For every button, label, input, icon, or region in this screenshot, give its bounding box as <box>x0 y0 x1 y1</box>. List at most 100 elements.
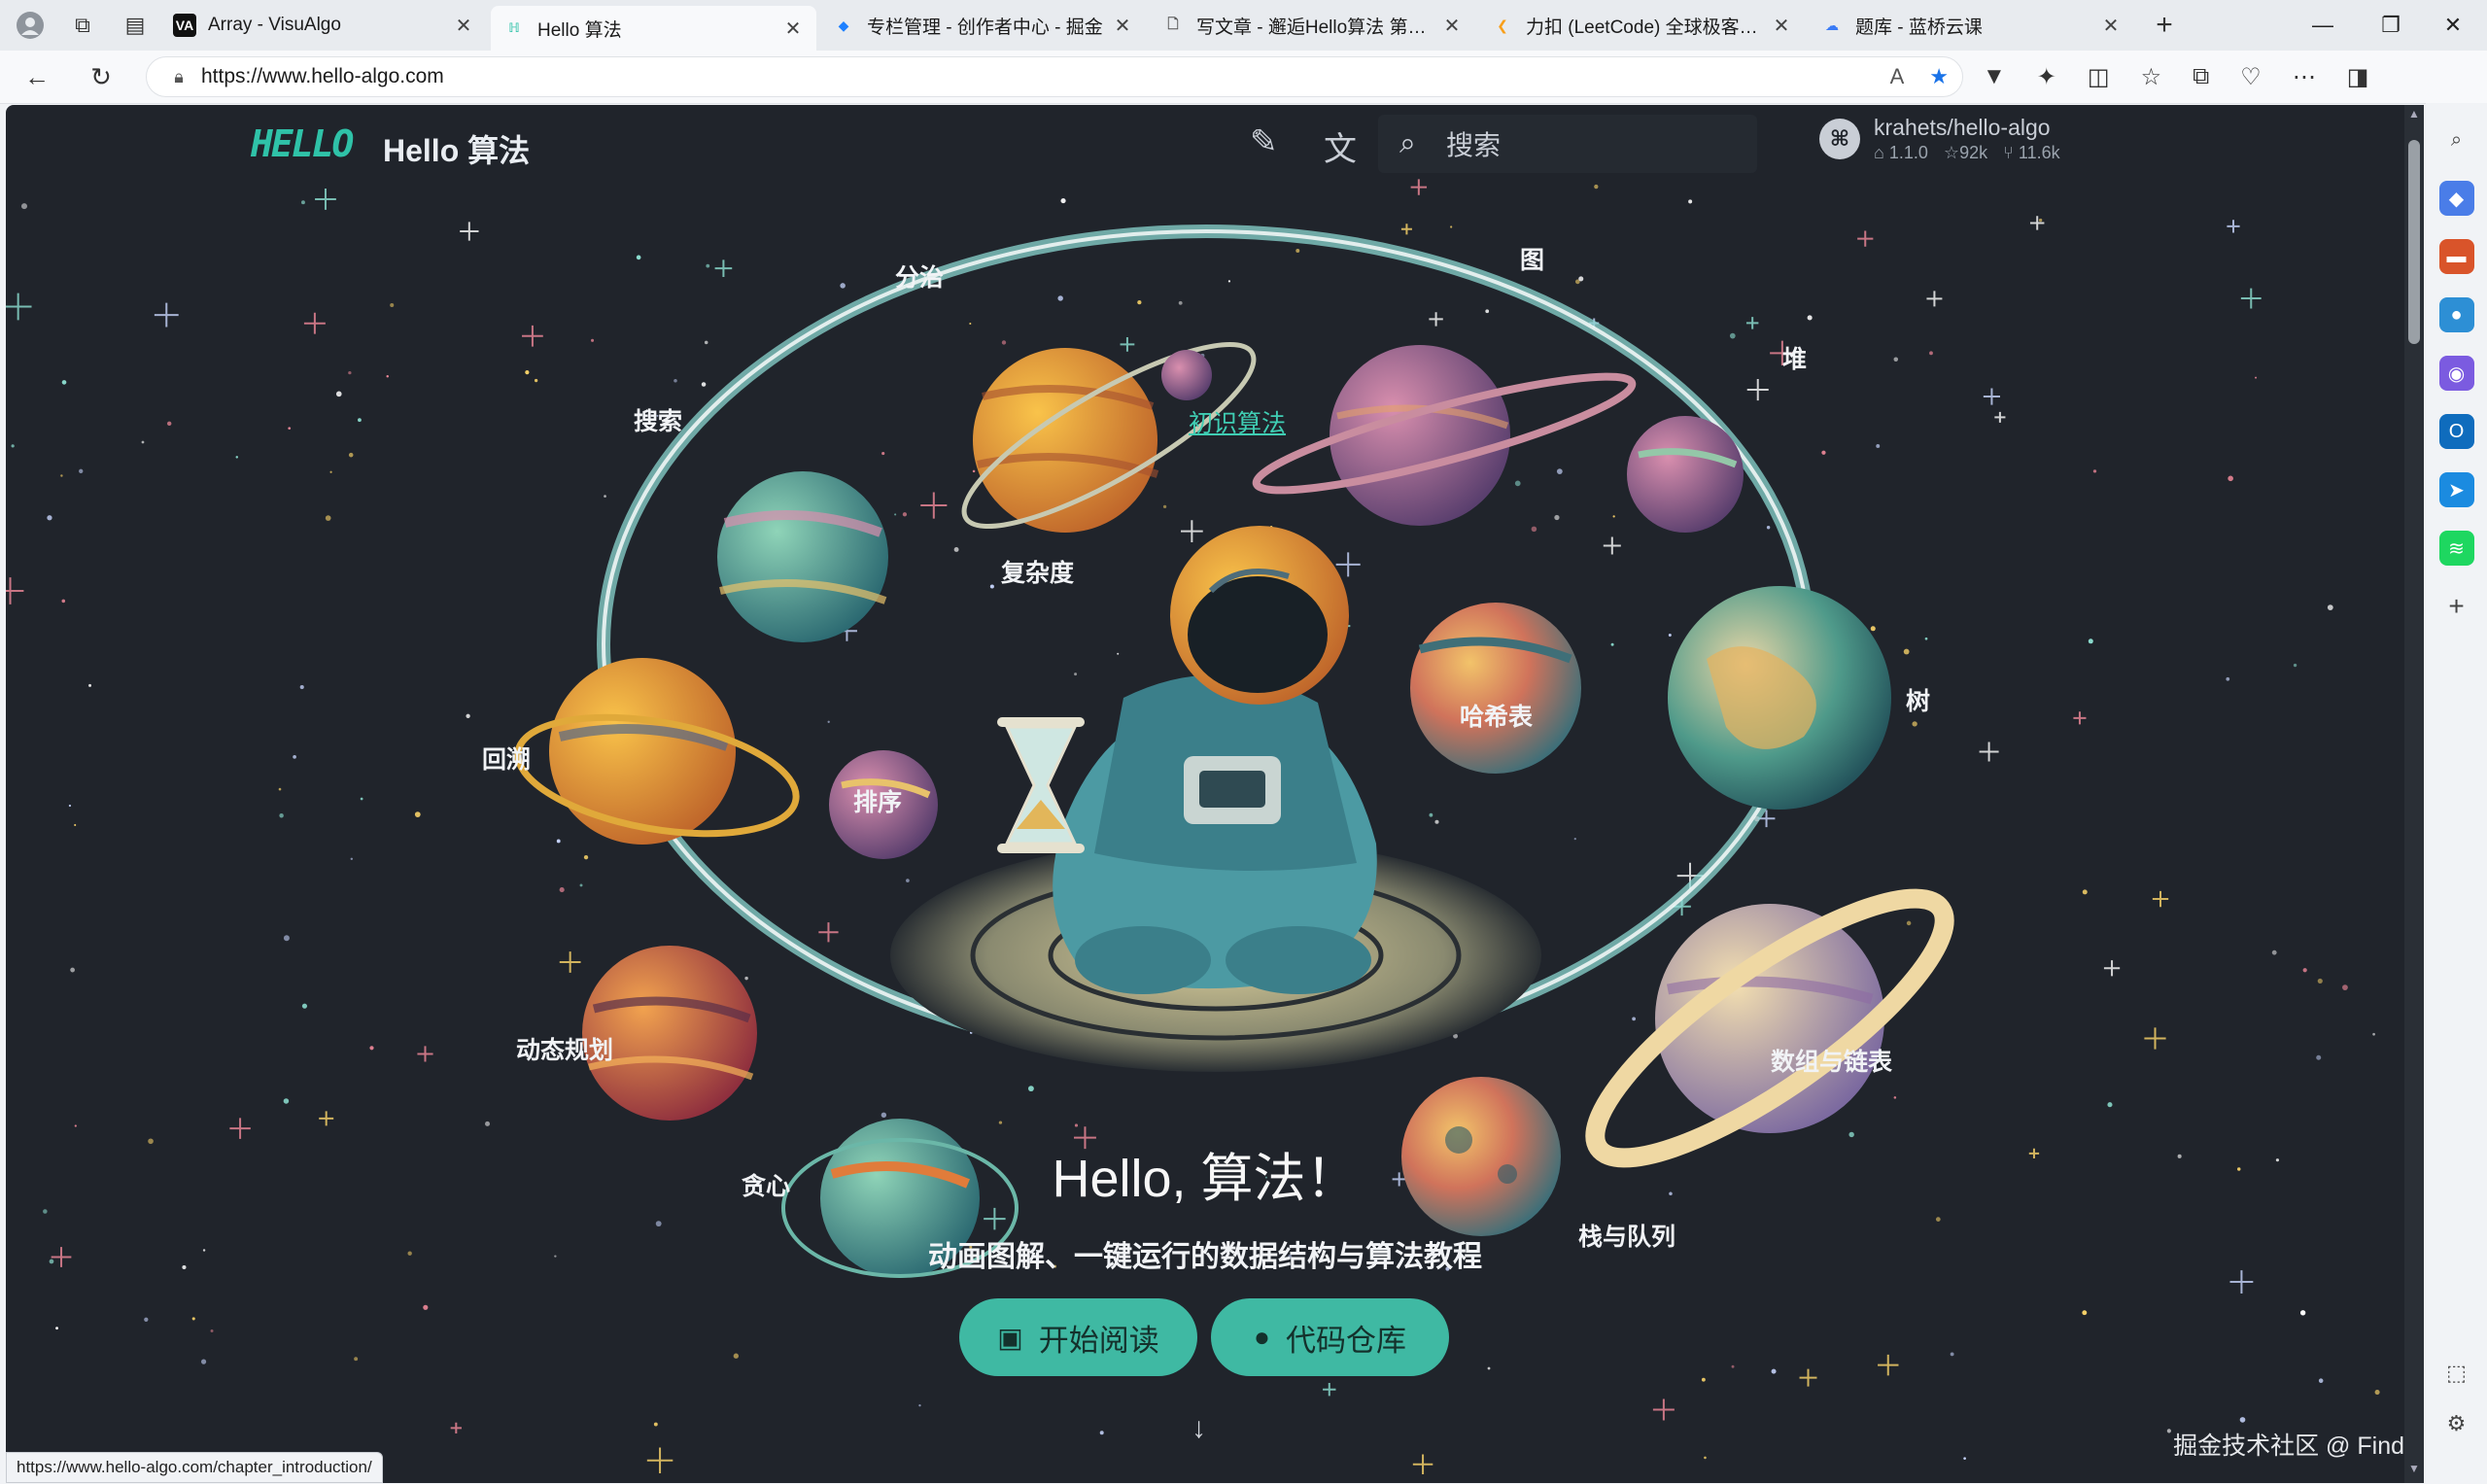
screenshot-icon[interactable]: ⬚ <box>2446 1361 2467 1386</box>
browser-toolbar: ▼ ✦ ◫ ☆ ⧉ ♡ ⋯ ◨ <box>1983 51 2368 103</box>
label-hash[interactable]: 哈希表 <box>1460 698 1533 733</box>
visualgo-favicon-icon: VA <box>173 14 196 37</box>
tab-title: 力扣 (LeetCode) 全球极客挚爱 <box>1526 17 1770 38</box>
more-menu-icon[interactable]: ⋯ <box>2293 63 2316 91</box>
label-tree[interactable]: 树 <box>1906 682 1930 717</box>
refresh-icon[interactable]: ↻ <box>74 55 128 98</box>
search-icon[interactable]: ⌕ <box>2439 122 2474 157</box>
close-window-icon[interactable]: ✕ <box>2419 0 2487 51</box>
search-icon: ⌕ <box>1399 127 1416 159</box>
tab-write-article[interactable]: 🗋 写文章 - 邂逅Hello算法 第一篇 ✕ <box>1150 6 1475 45</box>
lock-icon[interactable]: 🔒︎ <box>156 67 201 87</box>
restore-icon[interactable]: ❐ <box>2357 0 2425 51</box>
hourglass-icon <box>997 717 1085 853</box>
tab-lanqiao[interactable]: ☁ 题库 - 蓝桥云课 ✕ <box>1809 6 2134 45</box>
vertical-tabs-icon[interactable]: ▤ <box>113 6 157 45</box>
label-search[interactable]: 搜索 <box>634 402 682 437</box>
label-dp[interactable]: 动态规划 <box>516 1031 613 1066</box>
workspaces-icon[interactable]: ⧉ <box>60 6 105 45</box>
github-repo-link[interactable]: ⌘ krahets/hello-algo ⌂ 1.1.0 ☆92k ⑂ 11.6… <box>1819 115 2060 163</box>
label-complexity[interactable]: 复杂度 <box>1001 554 1074 589</box>
tab-title: 专栏管理 - 创作者中心 - 掘金 <box>867 17 1103 38</box>
scroll-up-icon[interactable]: ▲ <box>2404 107 2424 126</box>
intro-link[interactable]: 初识算法 <box>1189 404 1286 439</box>
send-icon[interactable]: ➤ <box>2438 472 2474 507</box>
sidebar-toggle-icon[interactable]: ◨ <box>2347 63 2369 91</box>
label-backtrack[interactable]: 回溯 <box>482 741 531 776</box>
toolbox-icon[interactable]: ▬ <box>2438 239 2474 274</box>
extensions-icon[interactable]: ✦ <box>2037 63 2056 91</box>
profile-icon[interactable] <box>8 6 52 45</box>
planet-graph <box>1252 345 1637 526</box>
tab-title: 题库 - 蓝桥云课 <box>1855 17 1983 38</box>
person-icon[interactable]: ● <box>2438 297 2474 332</box>
close-tab-icon[interactable]: ✕ <box>1770 14 1793 38</box>
page-scrollbar[interactable]: ▲ ▼ <box>2404 105 2424 1483</box>
tab-juejin[interactable]: ◆ 专栏管理 - 创作者中心 - 掘金 ✕ <box>820 6 1146 45</box>
extension-v-icon[interactable]: ▼ <box>1983 63 2006 90</box>
repo-name: krahets/hello-algo <box>1874 115 2051 140</box>
tab-hello-algo[interactable]: ℍ Hello 算法 ✕ <box>491 6 816 51</box>
repo-version: ⌂ 1.1.0 <box>1874 143 1928 162</box>
copilot-icon[interactable]: ◉ <box>2438 356 2474 391</box>
github-icon: ● <box>1254 1322 1270 1352</box>
theme-toggle-icon[interactable]: ✎ <box>1250 122 1278 161</box>
book-icon: ▣ <box>997 1322 1023 1353</box>
outlook-icon[interactable]: O <box>2438 414 2474 449</box>
lanqiao-favicon-icon: ☁ <box>1825 17 1839 33</box>
hello-algo-favicon-icon: ℍ <box>508 20 520 35</box>
tag-icon[interactable]: ◆ <box>2438 181 2474 216</box>
close-tab-icon[interactable]: ✕ <box>1440 14 1464 38</box>
start-reading-label: 开始阅读 <box>1038 1323 1159 1358</box>
back-icon[interactable]: ← <box>10 55 64 98</box>
tab-visualgo[interactable]: VA Array - VisuAlgo ✕ <box>161 6 487 45</box>
tab-leetcode[interactable]: ❮ 力扣 (LeetCode) 全球极客挚爱 ✕ <box>1479 6 1805 45</box>
code-repo-button[interactable]: ● 代码仓库 <box>1211 1298 1449 1376</box>
close-tab-icon[interactable]: ✕ <box>1111 14 1134 38</box>
label-array-list[interactable]: 数组与链表 <box>1771 1043 1892 1078</box>
tab-title: Hello 算法 <box>537 19 622 41</box>
start-reading-button[interactable]: ▣ 开始阅读 <box>959 1298 1197 1376</box>
label-heap[interactable]: 堆 <box>1782 340 1807 375</box>
url-field[interactable]: 🔒︎ https://www.hello-algo.com A ★ <box>146 56 1963 97</box>
page-viewport: HELLO Hello 算法 ✎ 文 ⌕ 搜索 ⌘ krahets/hello-… <box>6 105 2424 1483</box>
language-icon[interactable]: 文 <box>1324 122 1357 170</box>
split-screen-icon[interactable]: ◫ <box>2088 63 2110 91</box>
scroll-thumb[interactable] <box>2408 140 2420 344</box>
scroll-down-arrow-icon[interactable]: ↓ <box>1192 1412 1206 1445</box>
settings-gear-icon[interactable]: ⚙ <box>2447 1411 2467 1436</box>
tab-title: 写文章 - 邂逅Hello算法 第一篇 <box>1196 17 1440 38</box>
status-bar-url: https://www.hello-algo.com/chapter_intro… <box>6 1452 383 1483</box>
site-title[interactable]: Hello 算法 <box>383 126 530 171</box>
planet-hash <box>1410 603 1581 774</box>
address-bar: ← ↻ 🔒︎ https://www.hello-algo.com A ★ ▼ … <box>0 51 2487 104</box>
site-header: HELLO Hello 算法 ✎ 文 ⌕ 搜索 ⌘ krahets/hello-… <box>6 105 2404 183</box>
scroll-down-icon[interactable]: ▼ <box>2404 1462 2424 1481</box>
favorites-icon[interactable]: ☆ <box>2141 63 2162 91</box>
github-icon: ⌘ <box>1819 119 1860 159</box>
close-tab-icon[interactable]: ✕ <box>781 17 805 41</box>
favorite-star-icon[interactable]: ★ <box>1929 64 1949 89</box>
tab-title: Array - VisuAlgo <box>208 15 341 35</box>
tab-bar: ⧉ ▤ VA Array - VisuAlgo ✕ ℍ Hello 算法 ✕ ◆… <box>0 0 2487 51</box>
label-sort[interactable]: 排序 <box>853 783 902 818</box>
hero-subtitle: 动画图解、一键运行的数据结构与算法教程 <box>928 1241 1482 1273</box>
spotify-icon[interactable]: ≋ <box>2438 531 2474 566</box>
site-logo[interactable]: HELLO <box>251 122 354 165</box>
close-tab-icon[interactable]: ✕ <box>452 14 475 38</box>
minimize-icon[interactable]: — <box>2289 0 2357 51</box>
add-sidebar-app-icon[interactable]: + <box>2439 589 2474 624</box>
planet-tree <box>1668 586 1891 810</box>
label-graph[interactable]: 图 <box>1520 241 1544 276</box>
edge-sidebar: ⌕ ◆ ▬ ● ◉ O ➤ ≋ + <box>2426 103 2487 1484</box>
new-tab-button[interactable]: + <box>2142 6 2187 45</box>
juejin-favicon-icon: ◆ <box>838 17 849 33</box>
browser-essentials-icon[interactable]: ♡ <box>2240 63 2262 91</box>
collections-icon[interactable]: ⧉ <box>2193 63 2209 90</box>
search-input[interactable]: ⌕ 搜索 <box>1378 115 1757 173</box>
url-text: https://www.hello-algo.com <box>201 65 444 87</box>
label-divide[interactable]: 分治 <box>895 259 944 293</box>
code-repo-label: 代码仓库 <box>1285 1323 1406 1358</box>
close-tab-icon[interactable]: ✕ <box>2099 14 2123 38</box>
read-aloud-icon[interactable]: A <box>1890 64 1905 89</box>
